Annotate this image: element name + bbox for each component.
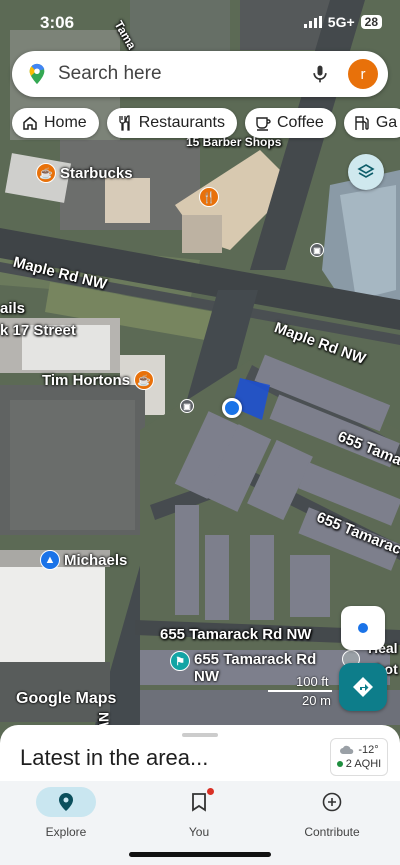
explore-bottom-sheet[interactable]: Latest in the area... -12° 2 AQHI	[0, 725, 400, 785]
map-label-nails[interactable]: ails	[0, 300, 25, 317]
map-view[interactable]: 3:06 5G+ 28 Search here r Home Restauran…	[0, 0, 400, 760]
shopping-bag-icon: ▲	[40, 550, 60, 570]
add-circle-icon	[322, 792, 342, 812]
sheet-drag-handle[interactable]	[182, 733, 218, 737]
coffee-cup-icon: ☕	[134, 370, 155, 390]
nav-pill	[36, 787, 96, 817]
google-maps-screen: 3:06 5G+ 28 Search here r Home Restauran…	[0, 0, 400, 865]
home-icon	[23, 116, 37, 130]
directions-button[interactable]	[339, 663, 387, 711]
poi-label: Tim Hortons	[42, 371, 131, 389]
current-location-dot	[222, 398, 242, 418]
nav-label: You	[188, 825, 210, 839]
avatar[interactable]: r	[348, 59, 378, 89]
weather-temp: -12°	[358, 744, 379, 756]
category-chips: Home Restaurants Coffee Ga	[12, 108, 400, 138]
sheet-title: Latest in the area...	[20, 745, 209, 770]
bookmark-icon: ⚑	[170, 651, 190, 671]
search-input[interactable]: Search here	[58, 63, 310, 85]
fork-knife-icon	[119, 115, 130, 131]
home-indicator[interactable]	[129, 852, 271, 857]
poi-bus-stop-1[interactable]: ▣	[310, 243, 324, 257]
poi-starbucks[interactable]: ☕ Starbucks	[36, 163, 133, 183]
nav-label: Contribute	[304, 825, 360, 839]
chip-label: Ga	[375, 114, 398, 131]
google-maps-pin-icon	[29, 63, 45, 85]
bus-icon: ▣	[310, 243, 324, 257]
coffee-cup-icon	[256, 117, 271, 131]
nav-pill	[302, 787, 362, 817]
chip-home[interactable]: Home	[12, 108, 99, 138]
cloud-icon	[340, 745, 354, 754]
poi-label: Starbucks	[60, 164, 133, 182]
layers-button[interactable]	[348, 154, 384, 190]
map-scale: 100 ft 20 m	[268, 674, 332, 708]
weather-widget[interactable]: -12° 2 AQHI	[330, 738, 388, 776]
chip-label: Restaurants	[138, 114, 225, 131]
my-location-button[interactable]	[341, 606, 385, 650]
nav-contribute[interactable]: Contribute	[272, 787, 392, 839]
microphone-icon[interactable]	[310, 64, 330, 84]
air-quality-dot	[336, 761, 343, 767]
crosshair-icon	[358, 623, 368, 633]
road-label-655-tamarack-rd: 655 Tamarack Rd NW	[160, 626, 312, 643]
poi-label: Michaels	[64, 551, 128, 569]
notification-dot	[207, 788, 214, 795]
chip-gas[interactable]: Ga	[343, 108, 400, 138]
poi-michaels[interactable]: ▲ Michaels	[40, 550, 127, 570]
bus-icon: ▣	[180, 399, 194, 413]
chip-label: Home	[44, 114, 87, 131]
chip-label: Coffee	[276, 114, 324, 131]
nav-label: Explore	[45, 825, 87, 839]
fork-knife-icon: 🍴	[199, 187, 219, 207]
status-bar: 3:06 5G+ 28	[0, 0, 400, 46]
scale-m: 20 m	[302, 693, 331, 708]
location-pin-icon	[59, 793, 73, 811]
status-indicators: 5G+ 28	[303, 14, 382, 30]
layers-icon	[357, 164, 375, 178]
gas-pump-icon	[355, 116, 369, 130]
scale-ft: 100 ft	[296, 674, 329, 689]
poi-bus-stop-2[interactable]: ▣	[180, 399, 194, 413]
network-type: 5G+	[327, 14, 355, 30]
battery-indicator: 28	[360, 15, 382, 29]
nav-pill	[169, 787, 229, 817]
poi-restaurant[interactable]: 🍴	[199, 187, 219, 207]
status-time: 3:06	[40, 13, 75, 32]
directions-arrow-icon	[353, 677, 373, 697]
address-line1: 655 Tamarack Rd	[194, 651, 317, 668]
coffee-cup-icon: ☕	[36, 163, 56, 183]
map-label-17-street[interactable]: k 17 Street	[0, 322, 76, 339]
chip-coffee[interactable]: Coffee	[244, 108, 336, 138]
signal-icon	[303, 16, 322, 28]
scale-bar	[268, 690, 332, 692]
air-quality: 2 AQHI	[345, 758, 382, 770]
google-maps-attribution: Google Maps	[16, 690, 117, 707]
nav-explore[interactable]: Explore	[6, 787, 126, 839]
bookmark-icon	[192, 793, 206, 812]
chip-restaurants[interactable]: Restaurants	[106, 108, 237, 138]
nav-you[interactable]: You	[139, 787, 259, 839]
search-bar[interactable]: Search here r	[12, 51, 388, 97]
poi-tim-hortons[interactable]: Tim Hortons ☕	[42, 370, 155, 390]
